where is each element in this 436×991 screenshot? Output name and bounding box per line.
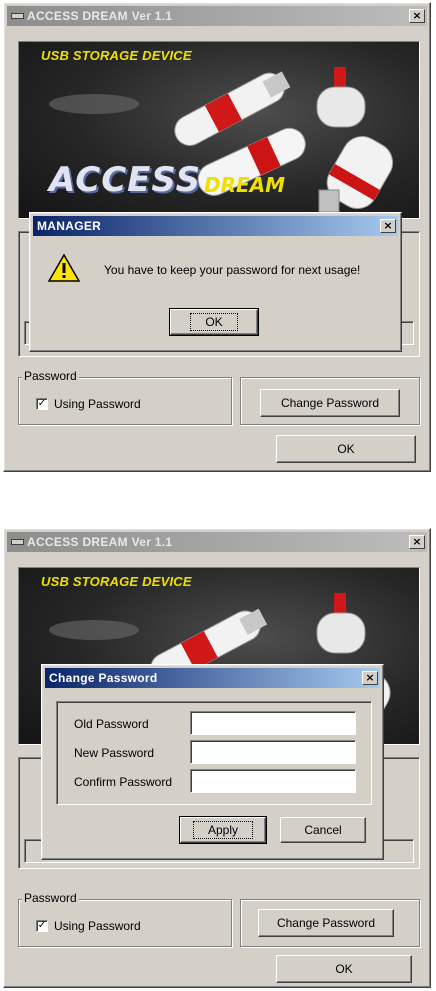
ok-button[interactable]: OK xyxy=(276,435,416,463)
close-button[interactable]: × xyxy=(409,9,425,23)
window-menu-icon[interactable] xyxy=(11,539,24,545)
using-password-checkbox[interactable]: ✓ xyxy=(36,920,48,932)
dialog-title-bar[interactable]: Change Password × xyxy=(45,668,380,688)
confirm-password-input[interactable] xyxy=(190,769,356,793)
using-password-label: Using Password xyxy=(54,919,141,933)
change-password-button[interactable]: Change Password xyxy=(260,389,400,417)
using-password-checkbox-row[interactable]: ✓ Using Password xyxy=(36,919,141,933)
new-password-label: New Password xyxy=(74,746,155,760)
warning-icon xyxy=(48,253,80,282)
using-password-label: Using Password xyxy=(54,397,141,411)
new-password-input[interactable] xyxy=(190,740,356,764)
product-banner: USB STORAGE DEVICE ACCESS DREAM xyxy=(18,41,420,219)
manager-dialog: MANAGER × You have to keep your password… xyxy=(29,212,402,352)
banner-logo-access: ACCESS xyxy=(49,160,202,200)
password-group-label: Password xyxy=(22,369,79,383)
banner-logo-dream: DREAM xyxy=(204,173,286,197)
window-title: ACCESS DREAM Ver 1.1 xyxy=(27,535,173,549)
change-password-dialog: Change Password × Old Password New Passw… xyxy=(41,664,384,860)
window-menu-icon[interactable] xyxy=(11,13,24,19)
dialog-title: MANAGER xyxy=(37,219,102,233)
dialog-close-button[interactable]: × xyxy=(362,671,378,685)
using-password-checkbox-row[interactable]: ✓ Using Password xyxy=(36,397,141,411)
using-password-checkbox[interactable]: ✓ xyxy=(36,398,48,410)
confirm-password-label: Confirm Password xyxy=(74,775,173,789)
apply-button[interactable]: Apply xyxy=(179,816,267,844)
dialog-message: You have to keep your password for next … xyxy=(104,263,361,277)
dialog-title: Change Password xyxy=(49,671,158,685)
dialog-ok-label: OK xyxy=(190,313,238,331)
title-bar[interactable]: ACCESS DREAM Ver 1.1 × xyxy=(7,532,427,552)
title-bar[interactable]: ACCESS DREAM Ver 1.1 × xyxy=(7,6,427,26)
dialog-title-bar[interactable]: MANAGER × xyxy=(33,216,398,236)
old-password-label: Old Password xyxy=(74,717,149,731)
cancel-button[interactable]: Cancel xyxy=(280,817,366,843)
apply-label: Apply xyxy=(192,821,254,839)
close-button[interactable]: × xyxy=(409,535,425,549)
dialog-ok-button[interactable]: OK xyxy=(169,308,259,336)
dialog-close-button[interactable]: × xyxy=(380,219,396,233)
change-password-button[interactable]: Change Password xyxy=(258,909,394,937)
ok-button[interactable]: OK xyxy=(276,955,412,983)
old-password-input[interactable] xyxy=(190,711,356,735)
window-title: ACCESS DREAM Ver 1.1 xyxy=(27,9,173,23)
password-group-label: Password xyxy=(22,891,79,905)
